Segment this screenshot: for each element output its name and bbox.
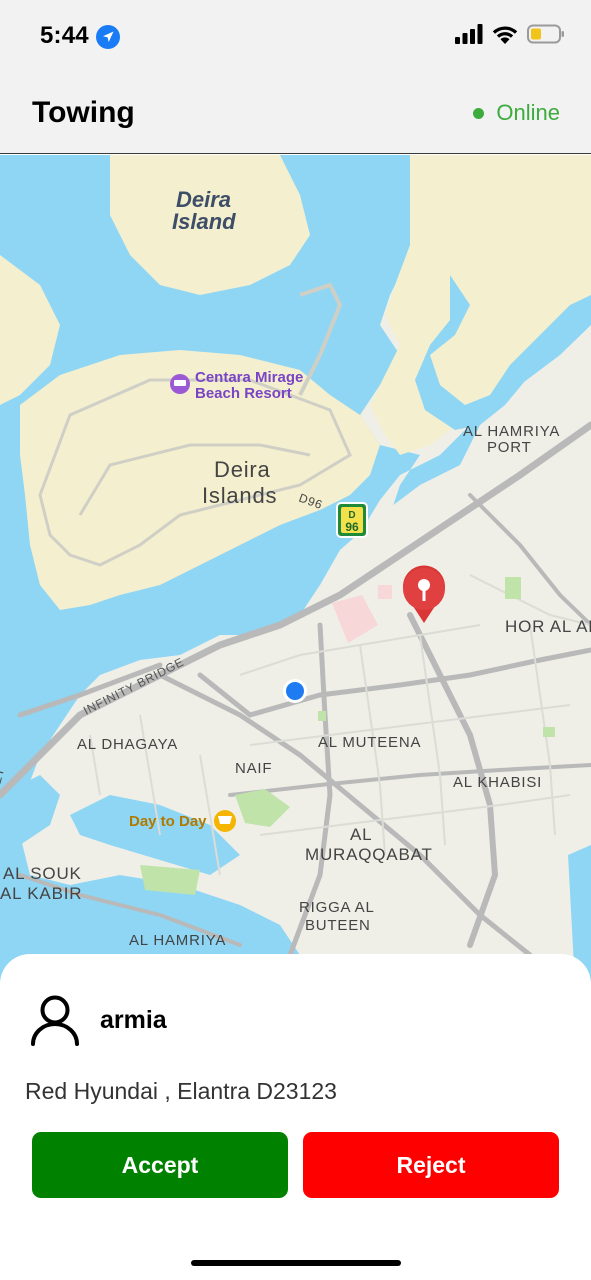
map-label-al-khabisi: AL KHABISI [453,774,542,791]
map-label-al-muteena: AL MUTEENA [318,734,421,751]
online-status-dot [473,107,485,119]
map-label-deira-islands-1: Deira [214,457,271,482]
request-sheet: armia Red Hyundai , Elantra D23123 Accep… [0,954,591,1280]
accept-button[interactable]: Accept [32,1132,288,1198]
customer-name: armia [100,1006,167,1034]
d96-road-shield-icon: D 96 [336,502,368,538]
map-label-deira-island-2: Island [172,209,236,234]
user-avatar-icon [30,994,80,1046]
app-header: Towing Online [0,76,591,154]
map-label-day-to-day: Day to Day [129,813,207,830]
map-label-al-dhagaya: AL DHAGAYA [77,736,178,753]
map-label-deira-islands-2: Islands [202,483,277,508]
map-view[interactable]: Deira Island Centara Mirage Beach Resort… [0,155,591,985]
map-label-rigga-2: BUTEEN [305,917,371,934]
map-label-centara-2: Beach Resort [195,385,292,402]
battery-icon [527,24,565,49]
reject-button[interactable]: Reject [303,1132,559,1198]
map-label-al-hamriya: AL HAMRIYA [129,932,226,949]
map-label-al-souk-2: AL KABIR [0,884,82,903]
cellular-signal-icon [455,24,483,49]
vehicle-info: Red Hyundai , Elantra D23123 [25,1078,337,1104]
day-to-day-poi[interactable]: Day to Day [129,810,236,832]
map-label-naif: NAIF [235,760,272,777]
map-label-al-muraqqabat-1: AL [350,825,372,844]
status-icons [455,24,565,49]
map-label-al-souk-1: AL SOUK [3,864,82,883]
page-title: Towing [32,96,135,129]
map-label-hor-al-anz: HOR AL AN [505,617,591,636]
map-label-centara-1: Centara Mirage [195,369,303,386]
shield-number: 96 [345,520,359,534]
location-arrow-icon [96,25,120,49]
status-time: 5:44 [40,22,89,49]
wifi-icon [491,24,519,49]
status-bar: 5:44 [0,0,591,76]
map-label-al-hamriya-port-1: AL HAMRIYA [463,423,560,440]
online-status-label: Online [496,100,560,125]
map-label-rigga-1: RIGGA AL [299,899,375,916]
map-label-al-muraqqabat-2: MURAQQABAT [305,845,433,864]
map-label-al-hamriya-port-2: PORT [487,439,532,456]
home-indicator [191,1260,401,1266]
user-location-dot [283,679,307,703]
online-status: Online [473,100,560,126]
